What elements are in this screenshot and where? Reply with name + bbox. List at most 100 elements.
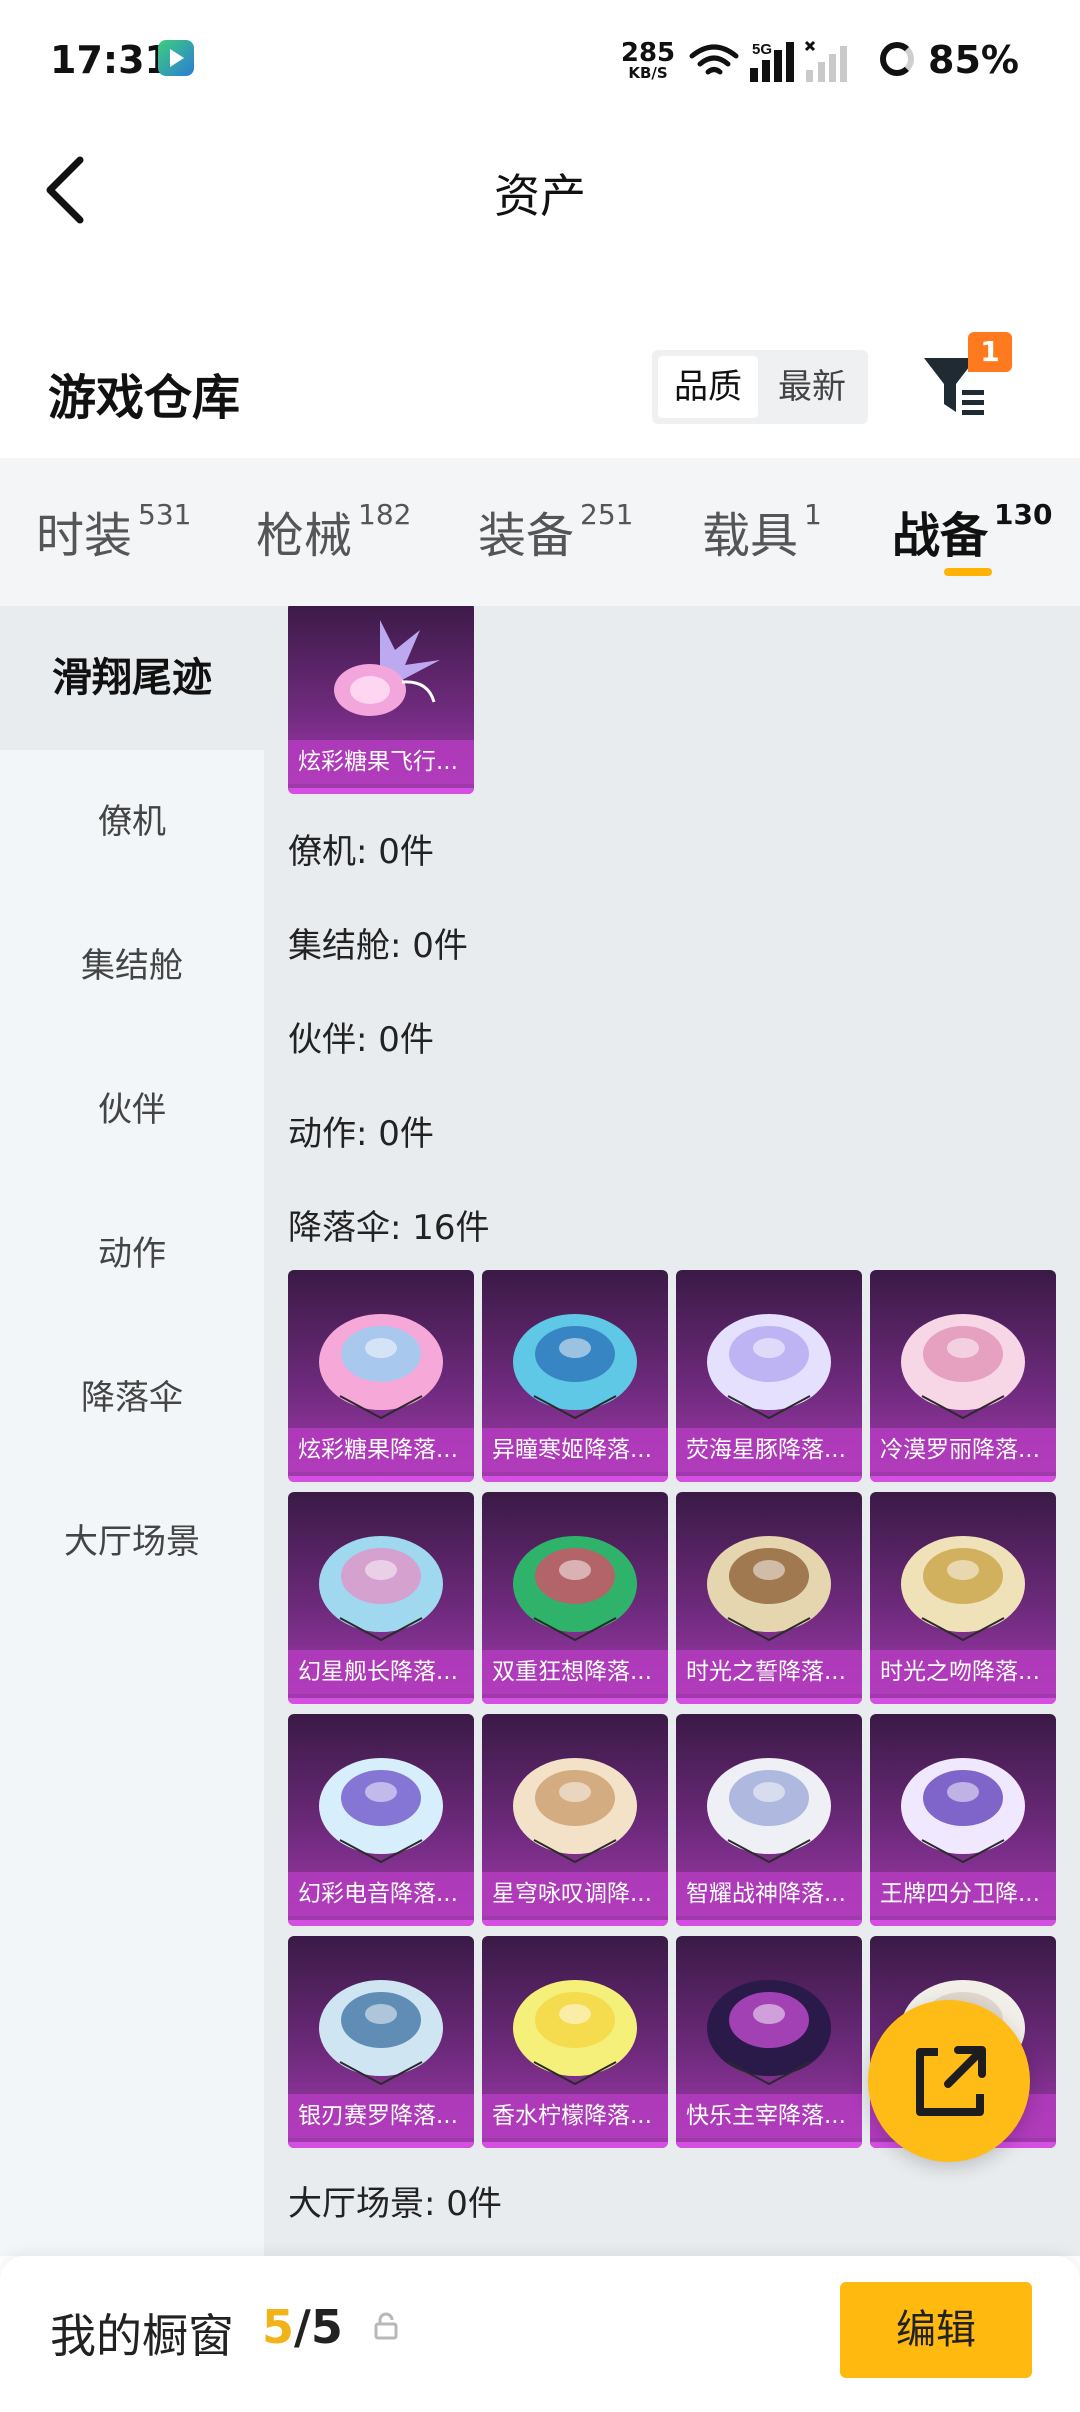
- item-name: 银刃赛罗降落...: [288, 2094, 474, 2138]
- page-title: 资产: [494, 169, 586, 223]
- sidebar-item-glide-trail[interactable]: 滑翔尾迹: [0, 606, 264, 750]
- sort-by-latest[interactable]: 最新: [762, 356, 862, 418]
- rarity-edge: [288, 1476, 474, 1482]
- parachute-card[interactable]: 银刃赛罗降落...: [288, 1936, 474, 2148]
- rarity-edge: [676, 2142, 862, 2148]
- battery-level: 85%: [928, 38, 1019, 82]
- parachute-card[interactable]: 快乐主宰降落...: [676, 1936, 862, 2148]
- section-assembly-pod-count: 集结舱: 0件: [288, 926, 468, 966]
- tab-count: 1: [804, 498, 822, 531]
- rarity-edge: [676, 1476, 862, 1482]
- app-notification-icon: [158, 40, 194, 76]
- rarity-edge: [288, 788, 474, 794]
- tab-label: 装备: [478, 508, 575, 564]
- parachute-art: [319, 1758, 443, 1864]
- parachute-art: [513, 1980, 637, 2086]
- showcase-label: 我的橱窗: [50, 2309, 234, 2363]
- parachute-art: [319, 1980, 443, 2086]
- section-wingman-count: 僚机: 0件: [288, 832, 434, 872]
- parachute-card[interactable]: 幻彩电音降落...: [288, 1714, 474, 1926]
- sort-by-quality[interactable]: 品质: [658, 356, 758, 418]
- tab-vehicles[interactable]: 载具 1: [702, 496, 822, 566]
- edit-button[interactable]: 编辑: [840, 2282, 1032, 2378]
- sidebar-item-emote[interactable]: 动作: [0, 1182, 264, 1326]
- parachute-card[interactable]: 炫彩糖果降落...: [288, 1270, 474, 1482]
- rarity-edge: [676, 1698, 862, 1704]
- section-parachute-count: 降落伞: 16件: [288, 1208, 490, 1248]
- network-speed-unit: KB/S: [628, 64, 668, 82]
- sidebar-item-parachute[interactable]: 降落伞: [0, 1326, 264, 1470]
- parachute-art: [319, 1536, 443, 1642]
- tab-count: 182: [358, 498, 412, 531]
- parachute-art: [901, 1758, 1025, 1864]
- rarity-edge: [676, 1920, 862, 1926]
- rarity-edge: [288, 1920, 474, 1926]
- parachute-card[interactable]: 智耀战神降落...: [676, 1714, 862, 1926]
- parachute-card[interactable]: 幻星舰长降落...: [288, 1492, 474, 1704]
- tab-combat-gear[interactable]: 战备 130: [892, 496, 1052, 566]
- parachute-art: [901, 1536, 1025, 1642]
- item-name: 时光之吻降落...: [870, 1650, 1056, 1694]
- tab-count: 130: [994, 498, 1053, 531]
- rarity-edge: [482, 1920, 668, 1926]
- status-time: 17:31: [50, 38, 171, 82]
- section-companion-count: 伙伴: 0件: [288, 1020, 434, 1060]
- sort-toggle: 品质 最新: [652, 350, 868, 424]
- sidebar-item-lobby-scene[interactable]: 大厅场景: [0, 1470, 264, 1614]
- parachute-art: [513, 1758, 637, 1864]
- item-name: 香水柠檬降落...: [482, 2094, 668, 2138]
- lock-icon: [374, 2312, 398, 2340]
- parachute-art: [707, 1536, 831, 1642]
- rarity-edge: [870, 1476, 1056, 1482]
- sidebar-item-assembly-pod[interactable]: 集结舱: [0, 894, 264, 1038]
- sidebar-item-wingman[interactable]: 僚机: [0, 750, 264, 894]
- rarity-edge: [482, 1698, 668, 1704]
- network-speed-value: 285: [620, 38, 676, 68]
- item-name: 王牌四分卫降...: [870, 1872, 1056, 1916]
- item-name: 荧海星豚降落...: [676, 1428, 862, 1472]
- glide-trail-card[interactable]: 炫彩糖果飞行...: [288, 606, 474, 794]
- parachute-card[interactable]: 双重狂想降落...: [482, 1492, 668, 1704]
- item-name: 炫彩糖果降落...: [288, 1428, 474, 1472]
- parachute-art: [707, 1758, 831, 1864]
- tab-equipment[interactable]: 装备 251: [478, 496, 633, 566]
- tab-label: 时装: [36, 508, 133, 564]
- parachute-card[interactable]: 时光之誓降落...: [676, 1492, 862, 1704]
- tab-label: 战备: [892, 508, 989, 564]
- parachute-card[interactable]: 王牌四分卫降...: [870, 1714, 1056, 1926]
- battery-icon: [880, 42, 914, 76]
- parachute-card[interactable]: 冷漠罗丽降落...: [870, 1270, 1056, 1482]
- parachute-card[interactable]: 时光之吻降落...: [870, 1492, 1056, 1704]
- parachute-art: [707, 1980, 831, 2086]
- sidebar: 滑翔尾迹 僚机 集结舱 伙伴 动作 降落伞 大厅场景: [0, 606, 264, 2256]
- item-name: 双重狂想降落...: [482, 1650, 668, 1694]
- parachute-card[interactable]: 异瞳寒姬降落...: [482, 1270, 668, 1482]
- tab-count: 251: [580, 498, 634, 531]
- section-lobby-count: 大厅场景: 0件: [288, 2184, 502, 2224]
- parachute-art: [513, 1314, 637, 1420]
- tab-weapons[interactable]: 枪械 182: [256, 496, 411, 566]
- parachute-card[interactable]: 香水柠檬降落...: [482, 1936, 668, 2148]
- rarity-edge: [288, 1698, 474, 1704]
- item-name: 快乐主宰降落...: [676, 2094, 862, 2138]
- parachute-art: [513, 1536, 637, 1642]
- rarity-edge: [288, 2142, 474, 2148]
- item-name: 冷漠罗丽降落...: [870, 1428, 1056, 1472]
- active-tab-indicator: [944, 568, 992, 576]
- network-speed: 285 KB/S: [620, 40, 676, 81]
- parachute-art: [319, 1314, 443, 1420]
- showcase-current: 5: [262, 2300, 295, 2354]
- rarity-edge: [870, 1920, 1056, 1926]
- tab-label: 载具: [702, 508, 799, 564]
- cell-signal-2-icon: [804, 40, 847, 82]
- item-name: 星穹咏叹调降...: [482, 1872, 668, 1916]
- parachute-card[interactable]: 星穹咏叹调降...: [482, 1714, 668, 1926]
- parachute-art: [901, 1314, 1025, 1420]
- tab-count: 531: [138, 498, 192, 531]
- tab-fashion[interactable]: 时装 531: [36, 496, 191, 566]
- sidebar-item-companion[interactable]: 伙伴: [0, 1038, 264, 1182]
- showcase-count: 5/5: [262, 2300, 343, 2354]
- share-icon: [916, 2046, 986, 2116]
- share-button[interactable]: [868, 2000, 1030, 2162]
- parachute-card[interactable]: 荧海星豚降落...: [676, 1270, 862, 1482]
